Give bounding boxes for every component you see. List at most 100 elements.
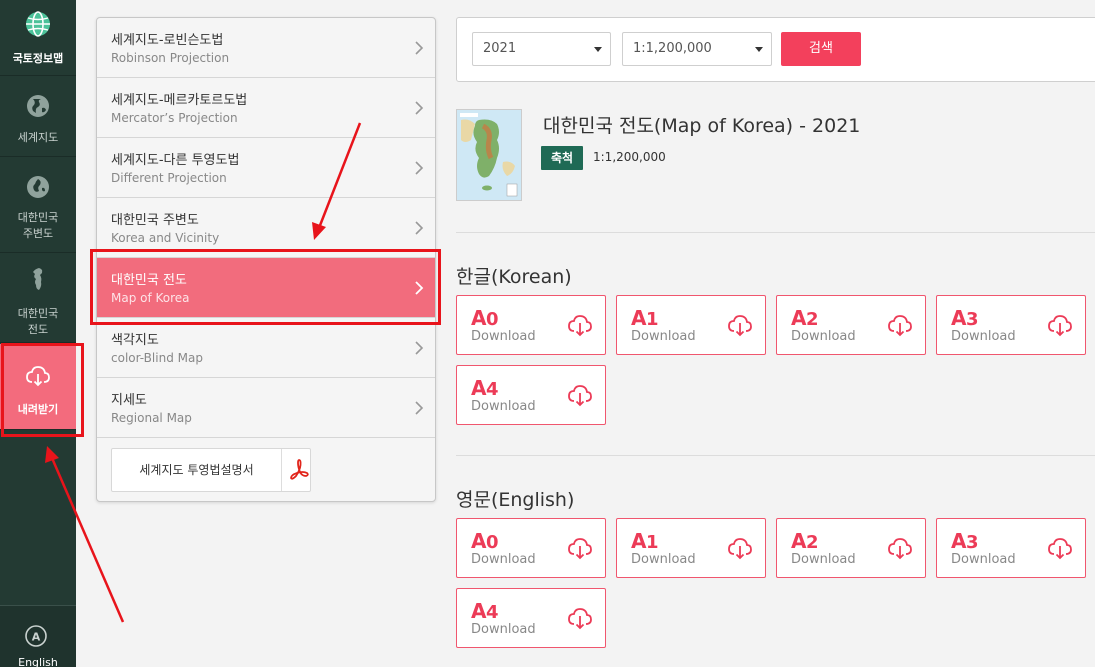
menu-item-ko: 세계지도-다른 투영도법: [111, 153, 240, 168]
section-title-korean: 한글(Korean): [456, 266, 572, 288]
menu-item-ko: 색각지도: [111, 333, 159, 348]
sidebar-item-download[interactable]: 내려받기: [0, 344, 76, 430]
globe-icon: [27, 95, 49, 117]
download-button-ko-a3[interactable]: A3 Download: [936, 295, 1086, 355]
cloud-download-icon: [728, 538, 752, 560]
menu-item-ko: 대한민국 전도: [111, 273, 187, 288]
page: 국토정보맵 세계지도 대한민국 주변도 대한민국 전도 내려받기 A Engli…: [0, 0, 1095, 667]
download-button-en-a1[interactable]: A1 Download: [616, 518, 766, 578]
sidebar-item-label: 세계지도: [17, 131, 59, 144]
projection-guide-pdf-button[interactable]: 세계지도 투영법설명서: [111, 448, 311, 492]
year-select-value: 2021: [483, 41, 517, 56]
cloud-download-icon: [26, 366, 50, 387]
menu-item-map-of-korea[interactable]: 대한민국 전도 Map of Korea: [97, 258, 435, 318]
search-bar: 2021 1:1,200,000 검색: [456, 17, 1095, 82]
cloud-download-icon: [568, 608, 592, 630]
download-button-ko-a0[interactable]: A0 Download: [456, 295, 606, 355]
chevron-down-icon: [755, 47, 763, 52]
scale-badge: 축척: [541, 146, 583, 170]
menu-item-different-projection[interactable]: 세계지도-다른 투영도법 Different Projection: [97, 138, 435, 198]
paper-size: A3: [951, 306, 979, 330]
sidebar-item-label: 내려받기: [17, 403, 59, 416]
download-button-ko-a2[interactable]: A2 Download: [776, 295, 926, 355]
cloud-download-icon: [888, 315, 912, 337]
year-select[interactable]: 2021: [472, 32, 611, 66]
download-label: Download: [951, 552, 1016, 567]
paper-size: A2: [791, 306, 819, 330]
download-button-ko-a4[interactable]: A4 Download: [456, 365, 606, 425]
divider: [456, 232, 1095, 233]
menu-item-robinson[interactable]: 세계지도-로빈슨도법 Robinson Projection: [97, 18, 435, 78]
chevron-down-icon: [594, 47, 602, 52]
menu-item-korea-vicinity[interactable]: 대한민국 주변도 Korea and Vicinity: [97, 198, 435, 258]
scale-value: 1:1,200,000: [593, 150, 666, 164]
scale-select[interactable]: 1:1,200,000: [622, 32, 772, 66]
download-label: Download: [631, 552, 696, 567]
menu-item-ko: 지세도: [111, 393, 147, 408]
left-sidebar: 국토정보맵 세계지도 대한민국 주변도 대한민국 전도 내려받기 A Engli…: [0, 0, 76, 667]
chevron-right-icon: [415, 281, 424, 295]
globe-asia-icon: [27, 176, 49, 198]
language-a-icon: A: [25, 625, 47, 647]
paper-size: A2: [791, 529, 819, 553]
cloud-download-icon: [888, 538, 912, 560]
map-type-menu: 세계지도-로빈슨도법 Robinson Projection 세계지도-메르카토…: [96, 17, 436, 502]
svg-text:A: A: [32, 631, 41, 644]
paper-size: A1: [631, 529, 659, 553]
menu-item-en: Korea and Vicinity: [111, 231, 220, 245]
paper-size: A4: [471, 376, 499, 400]
sidebar-item-label-line1: 대한민국: [17, 307, 59, 320]
menu-item-ko: 세계지도-메르카토르도법: [111, 93, 248, 108]
paper-size: A1: [631, 306, 659, 330]
download-button-en-a0[interactable]: A0 Download: [456, 518, 606, 578]
sidebar-item-korea-vicinity[interactable]: 대한민국 주변도: [0, 157, 76, 253]
download-label: Download: [791, 552, 856, 567]
sidebar-english-link[interactable]: A English: [0, 605, 76, 667]
map-thumbnail[interactable]: [456, 109, 522, 201]
sidebar-logo-label: 국토정보맵: [12, 52, 64, 65]
download-button-ko-a1[interactable]: A1 Download: [616, 295, 766, 355]
cloud-download-icon: [568, 385, 592, 407]
cloud-download-icon: [728, 315, 752, 337]
menu-item-en: color-Blind Map: [111, 351, 203, 365]
paper-size: A3: [951, 529, 979, 553]
search-button[interactable]: 검색: [781, 32, 861, 66]
english-label: English: [18, 656, 58, 667]
menu-item-color-blind[interactable]: 색각지도 color-Blind Map: [97, 318, 435, 378]
menu-item-mercator[interactable]: 세계지도-메르카토르도법 Mercator’s Projection: [97, 78, 435, 138]
menu-item-en: Mercator’s Projection: [111, 111, 238, 125]
sidebar-item-world-map[interactable]: 세계지도: [0, 76, 76, 157]
download-button-en-a3[interactable]: A3 Download: [936, 518, 1086, 578]
chevron-right-icon: [415, 341, 424, 355]
download-label: Download: [471, 552, 536, 567]
sidebar-item-label-line2: 전도: [27, 323, 49, 336]
download-label: Download: [471, 622, 536, 637]
sidebar-logo[interactable]: 국토정보맵: [0, 0, 76, 76]
download-label: Download: [951, 329, 1016, 344]
chevron-right-icon: [415, 41, 424, 55]
result-title: 대한민국 전도(Map of Korea) - 2021: [543, 115, 861, 137]
download-label: Download: [791, 329, 856, 344]
cloud-download-icon: [1048, 315, 1072, 337]
download-label: Download: [471, 329, 536, 344]
sidebar-item-label-line2: 주변도: [22, 227, 54, 240]
cloud-download-icon: [568, 315, 592, 337]
download-button-en-a4[interactable]: A4 Download: [456, 588, 606, 648]
pdf-icon: [290, 459, 309, 480]
globe-logo-icon: [26, 11, 50, 37]
pdf-button-label: 세계지도 투영법설명서: [112, 449, 282, 491]
download-label: Download: [471, 399, 536, 414]
divider: [456, 455, 1095, 456]
download-button-en-a2[interactable]: A2 Download: [776, 518, 926, 578]
sidebar-item-label-line1: 대한민국: [17, 211, 59, 224]
chevron-right-icon: [415, 221, 424, 235]
chevron-right-icon: [415, 101, 424, 115]
paper-size: A0: [471, 306, 499, 330]
paper-size: A4: [471, 599, 499, 623]
menu-item-regional-map[interactable]: 지세도 Regional Map: [97, 378, 435, 438]
sidebar-item-korea-map[interactable]: 대한민국 전도: [0, 253, 76, 343]
chevron-right-icon: [415, 401, 424, 415]
menu-item-en: Map of Korea: [111, 291, 190, 305]
cloud-download-icon: [568, 538, 592, 560]
cloud-download-icon: [1048, 538, 1072, 560]
